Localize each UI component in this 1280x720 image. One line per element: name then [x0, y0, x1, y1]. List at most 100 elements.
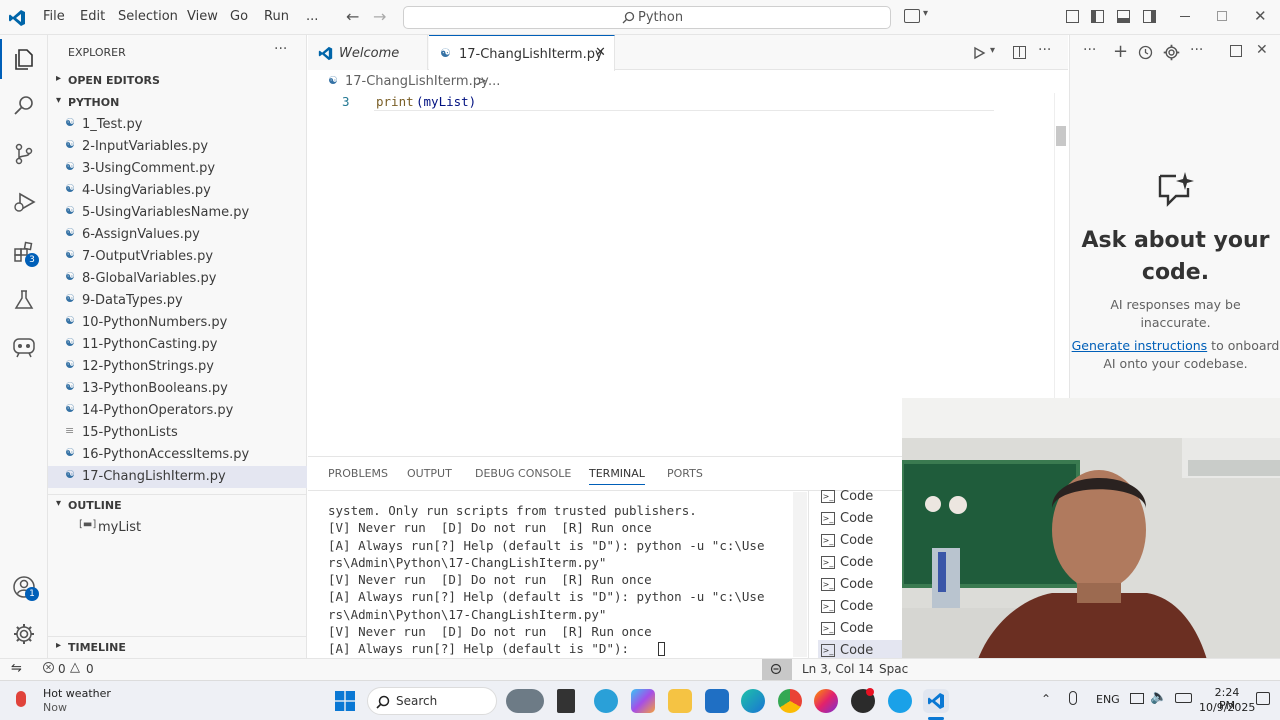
chevron-up-icon[interactable]: ⌃ — [1041, 692, 1051, 706]
remote-indicator-icon[interactable]: ⇋ — [11, 661, 22, 676]
nav-back-icon[interactable]: ← — [346, 7, 359, 26]
chevron-down-icon[interactable]: ▾ — [990, 45, 995, 56]
file-item[interactable]: ≡ 15-PythonLists — [48, 422, 307, 444]
notifications-icon[interactable] — [1256, 692, 1270, 705]
python-folder-section[interactable]: ▾ PYTHON — [48, 92, 307, 114]
close-window-icon[interactable]: ✕ — [1254, 7, 1267, 25]
command-center-search[interactable]: Python — [403, 6, 891, 29]
maximize-icon[interactable] — [1230, 45, 1242, 57]
tab-welcome[interactable]: Welcome — [308, 35, 428, 70]
weather-icon[interactable] — [16, 691, 26, 707]
microphone-icon[interactable] — [1069, 691, 1077, 705]
file-item[interactable]: ☯ 12-PythonStrings.py — [48, 356, 307, 378]
gear-icon[interactable] — [12, 622, 36, 646]
run-python-file-icon[interactable] — [972, 46, 986, 60]
search-icon[interactable] — [12, 94, 36, 118]
chat-overflow-icon[interactable]: ··· — [1190, 42, 1203, 58]
file-item[interactable]: ☯ 17-ChangLishIterm.py — [48, 466, 307, 488]
tab-output[interactable]: OUTPUT — [407, 467, 452, 480]
file-item[interactable]: ☯ 5-UsingVariablesName.py — [48, 202, 307, 224]
run-debug-icon[interactable] — [12, 190, 38, 214]
cursor-position[interactable]: Ln 3, Col 14 — [802, 662, 874, 676]
volume-icon[interactable]: 🔈 — [1150, 689, 1167, 705]
terminal-instance[interactable]: >_ Code — [818, 574, 902, 596]
remote-explorer-icon[interactable] — [11, 334, 37, 358]
file-item[interactable]: ☯ 16-PythonAccessItems.py — [48, 444, 307, 466]
file-item[interactable]: ☯ 4-UsingVariables.py — [48, 180, 307, 202]
microsoft-store-icon[interactable] — [705, 689, 729, 713]
copilot-app-icon[interactable] — [631, 689, 655, 713]
file-item[interactable]: ☯ 6-AssignValues.py — [48, 224, 307, 246]
open-editors-section[interactable]: ▸ OPEN EDITORS — [48, 70, 307, 92]
split-editor-icon[interactable] — [1013, 46, 1026, 59]
file-item[interactable]: ☯ 9-DataTypes.py — [48, 290, 307, 312]
copilot-layout-icon[interactable] — [904, 9, 920, 23]
widgets-icon[interactable] — [506, 689, 544, 713]
outline-section[interactable]: ▾ OUTLINE — [48, 494, 307, 516]
outline-item[interactable]: [▬] myList — [48, 517, 307, 539]
edge-icon[interactable] — [741, 689, 765, 713]
toggle-panel-icon[interactable] — [1117, 10, 1130, 23]
language-indicator[interactable]: ENG — [1096, 693, 1120, 706]
file-item[interactable]: ☯ 10-PythonNumbers.py — [48, 312, 307, 334]
timeline-section[interactable]: ▸ TIMELINE — [48, 636, 307, 658]
telegram-icon[interactable] — [594, 689, 618, 713]
menu-more[interactable]: ... — [306, 9, 318, 24]
battery-icon[interactable] — [1175, 693, 1192, 703]
chat-more-icon[interactable]: ··· — [1083, 42, 1096, 58]
tab-active-file[interactable]: ☯ 17-ChangLishIterm.py ✕ — [429, 35, 615, 71]
tab-ports[interactable]: PORTS — [667, 467, 703, 480]
file-item[interactable]: ☯ 8-GlobalVariables.py — [48, 268, 307, 290]
error-count[interactable]: 0 — [58, 662, 66, 676]
file-item[interactable]: ☯ 2-InputVariables.py — [48, 136, 307, 158]
toggle-primary-sidebar-icon[interactable] — [1091, 10, 1104, 23]
toggle-secondary-sidebar-icon[interactable] — [1143, 10, 1156, 23]
browser-app-icon[interactable] — [888, 689, 912, 713]
breadcrumb-symbol[interactable]: ... — [488, 74, 500, 89]
terminal-instance[interactable]: >_ Code — [818, 508, 902, 530]
task-view-icon[interactable] — [557, 689, 575, 713]
chrome-icon[interactable] — [778, 689, 802, 713]
vscode-taskbar-icon[interactable] — [923, 689, 949, 713]
terminal-scrollbar[interactable] — [793, 492, 807, 657]
testing-icon[interactable] — [12, 288, 36, 312]
nav-forward-icon[interactable]: → — [373, 7, 386, 26]
terminal-instance[interactable]: >_ Code — [818, 552, 902, 574]
editor-scrollbar[interactable] — [1056, 126, 1066, 146]
network-icon[interactable] — [1130, 693, 1144, 704]
new-chat-icon[interactable]: + — [1113, 41, 1128, 62]
windows-start-icon[interactable] — [335, 691, 355, 711]
tab-debug-console[interactable]: DEBUG CONSOLE — [475, 467, 571, 480]
explorer-more-button[interactable]: ··· — [274, 41, 287, 57]
tab-terminal[interactable]: TERMINAL — [589, 467, 645, 485]
menu-selection[interactable]: Selection — [118, 9, 178, 24]
source-control-icon[interactable] — [12, 142, 36, 166]
menu-edit[interactable]: Edit — [80, 9, 105, 24]
explorer-icon[interactable] — [12, 47, 36, 71]
file-explorer-icon[interactable] — [668, 689, 692, 713]
menu-go[interactable]: Go — [230, 9, 248, 24]
terminal-instance[interactable]: >_ Code — [818, 486, 902, 508]
editor-more-icon[interactable]: ··· — [1038, 42, 1051, 58]
taskbar-search[interactable]: Search — [367, 687, 497, 715]
close-tab-icon[interactable]: ✕ — [595, 45, 606, 60]
clock-date[interactable]: 10/9/2025 — [1199, 701, 1255, 714]
warning-count[interactable]: 0 — [86, 662, 94, 676]
minimize-icon[interactable] — [1180, 16, 1190, 17]
generate-instructions-link[interactable]: Generate instructions — [1072, 338, 1208, 353]
menu-file[interactable]: File — [43, 9, 65, 24]
file-item[interactable]: ☯ 14-PythonOperators.py — [48, 400, 307, 422]
file-item[interactable]: ☯ 11-PythonCasting.py — [48, 334, 307, 356]
file-item[interactable]: ☯ 13-PythonBooleans.py — [48, 378, 307, 400]
indentation-status[interactable]: Spac — [879, 662, 908, 676]
file-item[interactable]: ☯ 1_Test.py — [48, 114, 307, 136]
file-item[interactable]: ☯ 7-OutputVriables.py — [48, 246, 307, 268]
terminal-instance[interactable]: >_ Code — [818, 618, 902, 640]
terminal-instance[interactable]: >_ Code — [818, 596, 902, 618]
history-icon[interactable] — [1138, 45, 1153, 60]
tab-problems[interactable]: PROBLEMS — [328, 467, 388, 480]
firefox-icon[interactable] — [814, 689, 838, 713]
chevron-down-icon[interactable]: ▾ — [923, 8, 928, 19]
menu-run[interactable]: Run — [264, 9, 289, 24]
menu-view[interactable]: View — [187, 9, 218, 24]
